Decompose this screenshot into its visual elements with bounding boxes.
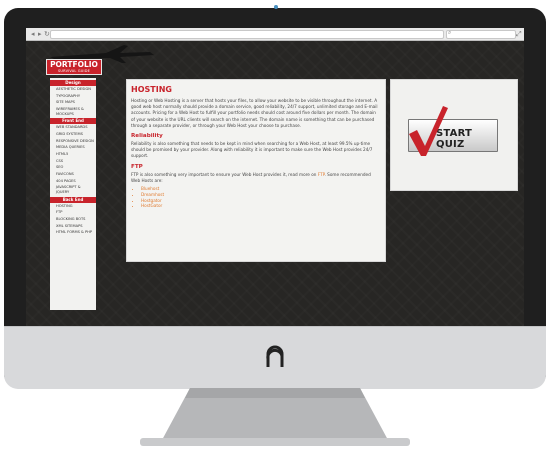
nav-item[interactable]: HTML5 [50, 152, 96, 157]
nav-item[interactable]: HTML FORMS & PHP [50, 230, 96, 235]
nav-item[interactable]: WEB STANDARDS [50, 125, 96, 130]
site-logo[interactable]: PORTFOLIO SURVIVAL GUIDE [46, 59, 102, 75]
camera-icon [274, 5, 278, 9]
nav-item[interactable]: MEDIA QUERIES [50, 145, 96, 150]
monitor-stand [162, 388, 388, 440]
browser-toolbar: ◂ ▸ ↻ ⌕ ⤢ [26, 28, 524, 41]
brand-logo-icon [266, 345, 284, 367]
page-title: HOSTING [131, 85, 172, 94]
nav-item[interactable]: CSS [50, 159, 96, 164]
checkmark-icon [409, 106, 448, 156]
reliability-heading: Reliability [131, 133, 163, 140]
monitor-base [140, 438, 410, 446]
nav-section-heading: Back End [50, 196, 96, 203]
nav-item[interactable]: FTP [50, 210, 96, 215]
nav-item[interactable]: FAVICONS [50, 172, 96, 177]
sidebar-nav: Design AESTHETIC DESIGN TYPOGRAPHY SITE … [50, 78, 96, 310]
nav-item[interactable]: AESTHETIC DESIGN [50, 87, 96, 92]
browser-search-field[interactable]: ⌕ [446, 29, 516, 39]
nav-section-heading: Design [50, 80, 96, 86]
reliability-paragraph: Reliability is also something that needs… [131, 141, 373, 159]
nav-item[interactable]: WIREFRAMES & MOCKUPS [50, 107, 96, 116]
nav-item[interactable]: HOSTING [50, 204, 96, 209]
logo-title: PORTFOLIO [50, 60, 98, 69]
back-icon[interactable]: ◂ [31, 29, 35, 39]
nav-item[interactable]: SITE MAPS [50, 100, 96, 105]
main-content: HOSTING Hosting or Web Hosting is a serv… [126, 79, 386, 262]
nav-item[interactable]: XML SITEMAPS [50, 224, 96, 229]
fullscreen-icon[interactable]: ⤢ [516, 29, 522, 39]
search-icon: ⌕ [448, 29, 452, 36]
logo-subtitle: SURVIVAL GUIDE [57, 69, 91, 73]
nav-item[interactable]: BLOCKING BOTS [50, 217, 96, 222]
address-bar[interactable] [50, 30, 444, 39]
ftp-text: FTP is also something very important to … [131, 171, 318, 177]
forward-icon[interactable]: ▸ [38, 29, 42, 39]
nav-item[interactable]: SEO [50, 165, 96, 170]
host-link[interactable]: HostGator [141, 203, 381, 209]
intro-paragraph: Hosting or Web Hosting is a server that … [131, 98, 378, 128]
nav-item[interactable]: 404 PAGES [50, 179, 96, 184]
nav-item[interactable]: TYPOGRAPHY [50, 94, 96, 99]
quiz-panel: START QUIZ [390, 79, 518, 191]
ftp-paragraph: FTP is also something very important to … [131, 172, 381, 184]
nav-item[interactable]: RESPONSIVE DESIGN [50, 139, 96, 144]
nav-item[interactable]: JAVASCRIPT & JQUERY [50, 185, 96, 194]
nav-item[interactable]: GRID SYSTEMS [50, 132, 96, 137]
nav-section-heading: Front End [50, 118, 96, 125]
ftp-link[interactable]: FTP [318, 172, 325, 177]
ftp-heading: FTP [131, 163, 143, 170]
host-list: Bluehost Dreamhost Hostgator HostGator [131, 186, 381, 209]
screen: ◂ ▸ ↻ ⌕ ⤢ PORTFOLIO SURVIVAL GUIDE Desig… [26, 28, 524, 326]
reload-icon[interactable]: ↻ [44, 29, 50, 39]
